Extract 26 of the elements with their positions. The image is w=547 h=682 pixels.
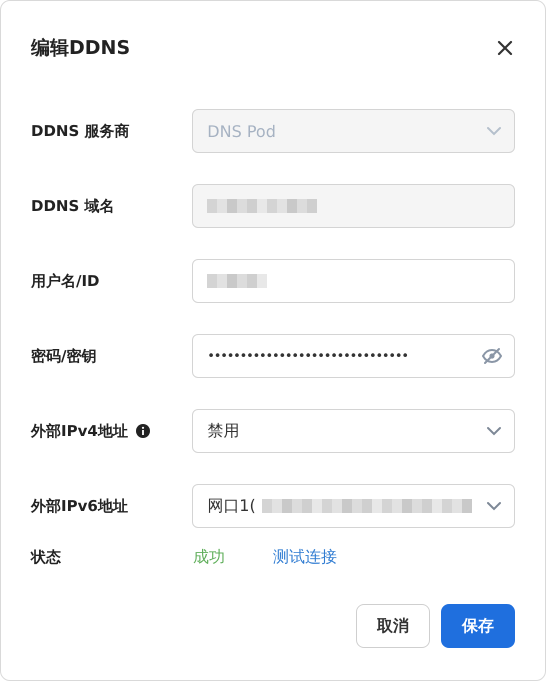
close-button[interactable]: [495, 38, 515, 58]
chevron-down-icon: [486, 126, 502, 136]
input-field[interactable]: [192, 259, 515, 303]
status-label: 状态: [31, 548, 61, 566]
password-value: •••••••••••••••••••••••••••••••: [207, 348, 408, 364]
input-field[interactable]: •••••••••••••••••••••••••••••••: [192, 334, 515, 378]
field-label: 外部IPv6地址: [31, 496, 128, 516]
field-label: 外部IPv4地址: [31, 422, 128, 440]
blurred-text-drawing: [207, 274, 268, 288]
dialog-title: 编辑DDNS: [31, 36, 130, 61]
status-value: 成功: [193, 546, 226, 568]
field-label: DDNS 域名: [31, 196, 114, 216]
test-connection-link[interactable]: 测试连接: [273, 546, 337, 568]
select-value: 网口1(: [207, 496, 256, 516]
save-button[interactable]: 保存: [441, 604, 515, 648]
field-label: 密码/密钥: [31, 346, 96, 366]
select-value: 禁用: [207, 420, 240, 442]
field-label: 用户名/ID: [31, 272, 100, 290]
chevron-down-icon: [486, 426, 502, 436]
select-field[interactable]: 禁用: [192, 409, 515, 453]
select-value: DNS Pod: [207, 122, 276, 140]
chevron-down-icon: [486, 501, 502, 511]
cancel-button[interactable]: 取消: [356, 604, 430, 648]
eye-off-icon[interactable]: [482, 347, 502, 365]
select-field[interactable]: 网口1(: [192, 484, 515, 528]
field-label: DDNS 服务商: [31, 122, 130, 140]
